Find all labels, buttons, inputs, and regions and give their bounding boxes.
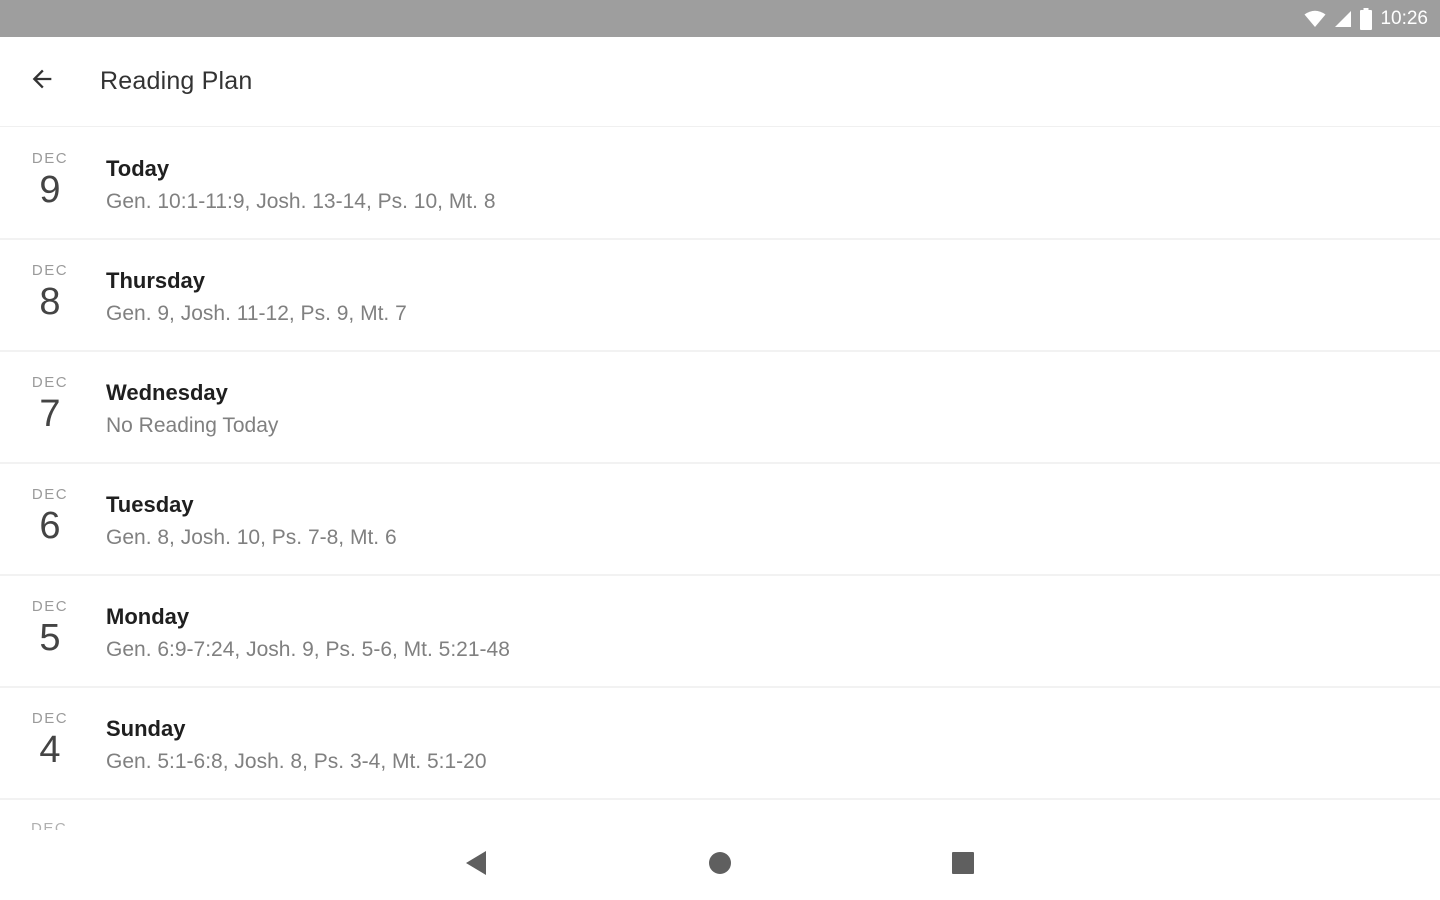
day-label: Tuesday <box>106 492 194 517</box>
navigation-bar <box>0 830 1440 900</box>
list-item[interactable]: DEC 4 Sunday Gen. 5:1-6:8, Josh. 8, Ps. … <box>0 688 1440 800</box>
app-bar: Reading Plan <box>0 37 1440 127</box>
readings-text: Gen. 6:9-7:24, Josh. 9, Ps. 5-6, Mt. 5:2… <box>106 638 510 661</box>
status-bar: 10:26 <box>0 0 1440 37</box>
nav-home-icon <box>708 851 732 880</box>
day-label: Thursday <box>106 268 206 293</box>
wifi-icon <box>1304 10 1326 28</box>
arrow-back-icon <box>28 65 56 98</box>
readings-text: Gen. 9, Josh. 11-12, Ps. 9, Mt. 7 <box>106 302 407 325</box>
status-icons <box>1304 7 1373 30</box>
battery-icon <box>1360 7 1373 30</box>
list-item[interactable]: DEC 8 Thursday Gen. 9, Josh. 11-12, Ps. … <box>0 240 1440 352</box>
day-label: Monday <box>106 604 190 629</box>
nav-back-button[interactable] <box>459 848 493 882</box>
date-month: DEC <box>31 486 69 503</box>
date-badge: DEC 6 <box>0 464 100 546</box>
date-badge: DEC 8 <box>0 240 100 322</box>
list-item[interactable]: DEC 5 Monday Gen. 6:9-7:24, Josh. 9, Ps.… <box>0 576 1440 688</box>
nav-recents-icon <box>951 851 975 880</box>
date-day: 6 <box>39 505 61 547</box>
date-month: DEC <box>31 374 69 391</box>
date-month: DEC <box>31 710 69 727</box>
date-month: DEC <box>31 262 69 279</box>
partial-date-month: DEC <box>31 820 68 830</box>
date-day: 4 <box>39 729 61 771</box>
readings-text: Gen. 10:1-11:9, Josh. 13-14, Ps. 10, Mt.… <box>106 190 496 213</box>
date-badge: DEC 7 <box>0 352 100 434</box>
readings-text: Gen. 5:1-6:8, Josh. 8, Ps. 3-4, Mt. 5:1-… <box>106 750 487 773</box>
date-badge: DEC 4 <box>0 688 100 770</box>
list-item[interactable]: DEC 6 Tuesday Gen. 8, Josh. 10, Ps. 7-8,… <box>0 464 1440 576</box>
date-month: DEC <box>31 150 69 167</box>
date-day: 8 <box>39 281 61 323</box>
day-label: Sunday <box>106 716 186 741</box>
date-month: DEC <box>31 598 69 615</box>
date-badge: DEC 5 <box>0 576 100 658</box>
cell-signal-icon <box>1334 10 1352 28</box>
back-button[interactable] <box>0 40 84 124</box>
readings-text: No Reading Today <box>106 414 279 437</box>
list-item[interactable]: DEC 9 Today Gen. 10:1-11:9, Josh. 13-14,… <box>0 128 1440 240</box>
list-item[interactable]: DEC 7 Wednesday No Reading Today <box>0 352 1440 464</box>
date-day: 5 <box>39 617 61 659</box>
status-time: 10:26 <box>1380 7 1428 29</box>
reading-plan-list[interactable]: DEC 9 Today Gen. 10:1-11:9, Josh. 13-14,… <box>0 128 1440 830</box>
day-label: Today <box>106 156 170 181</box>
nav-home-button[interactable] <box>703 848 737 882</box>
nav-recents-button[interactable] <box>946 848 980 882</box>
date-day: 7 <box>39 393 61 435</box>
date-badge: DEC 9 <box>0 128 100 210</box>
day-label: Wednesday <box>106 380 228 405</box>
readings-text: Gen. 8, Josh. 10, Ps. 7-8, Mt. 6 <box>106 526 397 549</box>
page-title: Reading Plan <box>100 67 253 95</box>
nav-back-icon <box>464 850 488 881</box>
date-day: 9 <box>39 169 61 211</box>
